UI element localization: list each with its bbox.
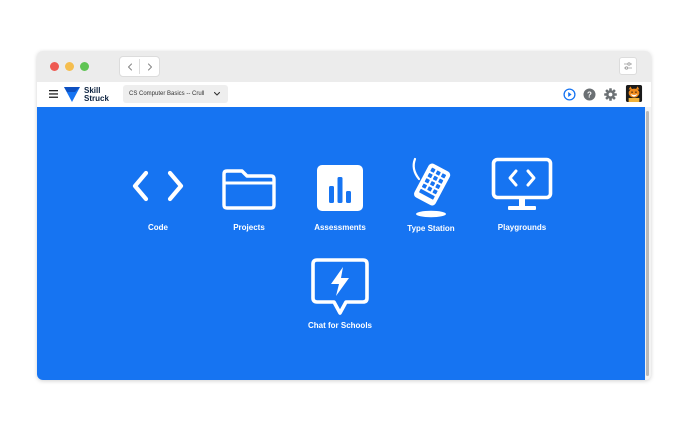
avatar[interactable]	[625, 85, 643, 102]
browser-nav	[119, 56, 160, 77]
bar-chart-icon	[317, 165, 363, 211]
sliders-icon	[624, 62, 632, 70]
back-button[interactable]	[120, 57, 140, 76]
scrollbar[interactable]	[645, 107, 651, 380]
course-selector[interactable]: CS Computer Basics -- Crull	[123, 85, 228, 103]
tile-type-station[interactable]: Type Station	[391, 157, 471, 237]
menu-icon[interactable]	[49, 90, 58, 98]
skillstruck-logo-icon	[64, 87, 80, 102]
scrollbar-thumb[interactable]	[646, 111, 649, 376]
gear-icon[interactable]	[604, 86, 617, 103]
tile-code-label: Code	[148, 223, 168, 232]
browser-settings-button[interactable]	[619, 57, 637, 75]
chevron-right-icon	[147, 62, 153, 71]
tile-projects-label: Projects	[233, 223, 265, 232]
browser-titlebar	[37, 51, 651, 82]
tile-code[interactable]: Code	[118, 157, 198, 237]
launcher-area: Code Projects Assessments Type Station P…	[37, 107, 645, 380]
tile-assessments[interactable]: Assessments	[300, 157, 380, 237]
monitor-code-icon	[491, 157, 553, 210]
zoom-window-button[interactable]	[80, 62, 89, 71]
play-icon[interactable]	[563, 86, 576, 103]
tile-assessments-label: Assessments	[314, 223, 366, 232]
chevron-left-icon	[127, 62, 133, 71]
tile-chat-for-schools[interactable]: Chat for Schools	[300, 255, 380, 335]
tile-type-station-label: Type Station	[407, 224, 455, 233]
course-selector-value: CS Computer Basics -- Crull	[129, 91, 205, 97]
browser-window: Skill Struck CS Computer Basics -- Crull…	[37, 51, 651, 380]
minimize-window-button[interactable]	[65, 62, 74, 71]
forward-button[interactable]	[140, 57, 160, 76]
close-window-button[interactable]	[50, 62, 59, 71]
chevron-down-icon	[213, 91, 221, 96]
tile-chat-for-schools-label: Chat for Schools	[307, 321, 372, 330]
help-icon[interactable]: ?	[583, 86, 596, 103]
keyboard-icon	[412, 157, 451, 218]
chat-lightning-icon	[311, 258, 369, 315]
app-header: Skill Struck CS Computer Basics -- Crull…	[37, 82, 651, 107]
logo-text-line2: Struck	[84, 93, 109, 103]
tile-playgrounds-label: Playgrounds	[497, 223, 547, 232]
code-brackets-icon	[132, 170, 184, 202]
tile-playgrounds[interactable]: Playgrounds	[482, 157, 562, 237]
skillstruck-logo[interactable]: Skill Struck	[63, 85, 109, 104]
svg-text:?: ?	[587, 90, 592, 99]
tile-projects[interactable]: Projects	[209, 157, 289, 237]
folder-icon	[222, 169, 276, 210]
